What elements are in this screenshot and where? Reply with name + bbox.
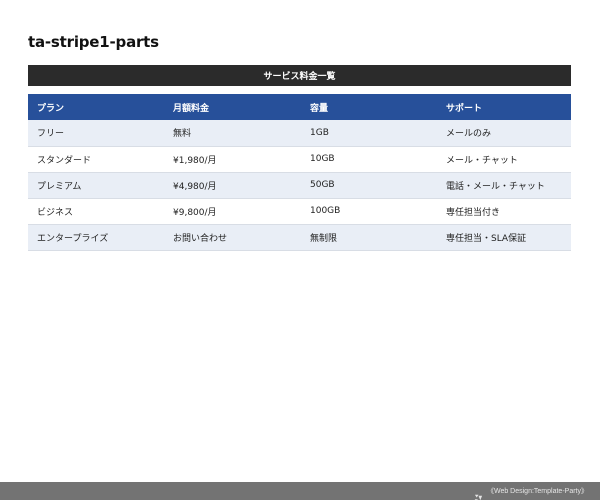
table-cell: ¥4,980/月	[173, 181, 217, 192]
table-cell: 10GB	[310, 154, 335, 164]
table-cell: プレミアム	[37, 181, 82, 192]
pricing-table: プラン 月額料金 容量 サポート フリー 無料 1GB メールのみ スタンダード…	[28, 94, 571, 251]
table-cell: メールのみ	[446, 129, 492, 140]
table-cell: 100GB	[310, 206, 341, 216]
header-cell-plan: プラン	[37, 103, 65, 114]
header-cell-monthly-fee: 月額料金	[173, 103, 210, 114]
header-cell-support: サポート	[446, 103, 483, 114]
page-title: ta-stripe1-parts	[28, 33, 159, 51]
table-cell: 専任担当・SLA保証	[446, 233, 527, 244]
table-row: スタンダード ¥1,980/月 10GB メール・チャット	[28, 146, 571, 172]
table-cell: 1GB	[310, 127, 329, 138]
table-header: プラン 月額料金 容量 サポート	[28, 94, 571, 120]
footer: 《Web Design:Template-Party》	[0, 482, 600, 500]
table-header-row: プラン 月額料金 容量 サポート	[28, 94, 571, 120]
table-caption: サービス料金一覧	[28, 65, 571, 86]
template-party-logo-icon	[474, 487, 483, 500]
footer-credit-link[interactable]: 《Web Design:Template-Party》	[487, 486, 588, 496]
table-cell: お問い合わせ	[173, 233, 228, 244]
table-cell: 専任担当付き	[446, 207, 501, 218]
table-cell: 50GB	[310, 180, 335, 190]
table-body: フリー 無料 1GB メールのみ スタンダード ¥1,980/月 10GB メー…	[28, 120, 571, 250]
table-row: ビジネス ¥9,800/月 100GB 専任担当付き	[28, 198, 571, 224]
table-row: プレミアム ¥4,980/月 50GB 電話・メール・チャット	[28, 172, 571, 198]
table-cell: スタンダード	[37, 155, 92, 166]
table-cell: ¥9,800/月	[173, 207, 217, 218]
table-cell: 無制限	[310, 233, 338, 244]
table-cell: フリー	[37, 129, 65, 140]
table-cell: メール・チャット	[446, 155, 518, 166]
page: ta-stripe1-parts サービス料金一覧 プラン 月額料金 容量 サポ…	[0, 0, 600, 500]
pricing-table-container: サービス料金一覧 プラン 月額料金 容量 サポート フリー 無料 1GB メール…	[28, 65, 571, 251]
table-row: エンタープライズ お問い合わせ 無制限 専任担当・SLA保証	[28, 224, 571, 250]
table-cell: ビジネス	[37, 207, 74, 218]
table-row: フリー 無料 1GB メールのみ	[28, 120, 571, 146]
table-cell: 無料	[173, 129, 192, 140]
table-cell: エンタープライズ	[37, 233, 109, 244]
table-cell: ¥1,980/月	[173, 155, 217, 166]
header-cell-capacity: 容量	[310, 103, 329, 114]
table-cell: 電話・メール・チャット	[446, 181, 545, 192]
